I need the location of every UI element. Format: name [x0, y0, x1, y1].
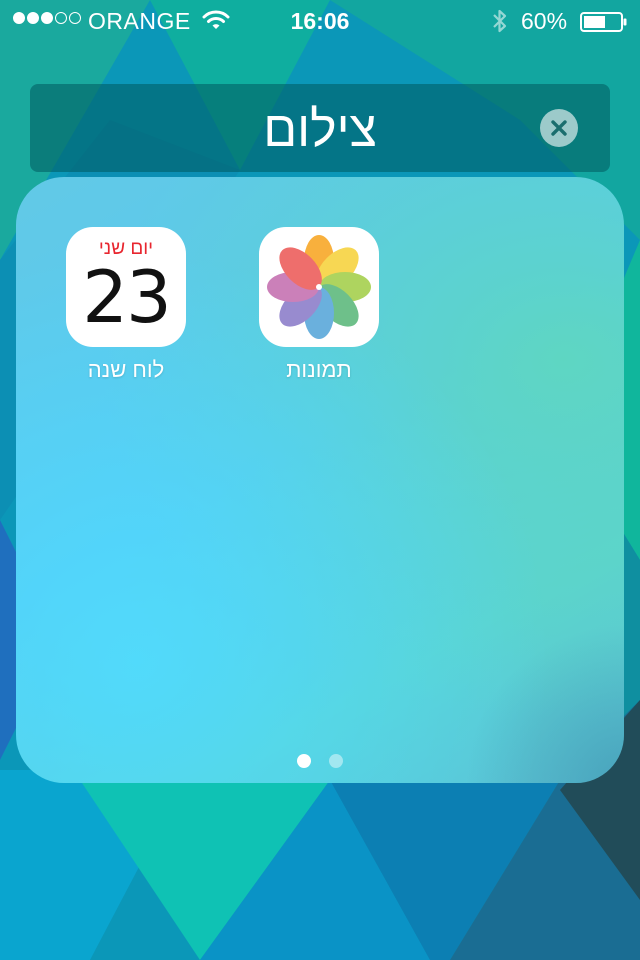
folder-panel: יום שני 23 לוח שנה תמונות	[16, 177, 624, 783]
folder-name-field[interactable]: צילום	[30, 84, 610, 172]
app-calendar[interactable]: יום שני 23 לוח שנה	[51, 227, 201, 383]
clear-text-button[interactable]	[540, 109, 578, 147]
calendar-date: 23	[82, 255, 172, 339]
page-indicator[interactable]	[16, 754, 624, 768]
app-label-calendar: לוח שנה	[87, 357, 165, 382]
page-dot[interactable]	[329, 754, 343, 768]
app-label-photos: תמונות	[286, 357, 352, 382]
app-photos[interactable]: תמונות	[244, 227, 394, 383]
calendar-icon[interactable]: יום שני 23	[66, 227, 186, 347]
photos-icon[interactable]	[259, 227, 379, 347]
folder-title[interactable]: צילום	[30, 100, 610, 158]
battery-icon	[580, 11, 628, 38]
close-icon	[551, 120, 567, 136]
status-bar: ORANGE 16:06 60%	[0, 0, 640, 40]
bluetooth-icon	[490, 8, 510, 40]
photos-flower-icon	[267, 235, 371, 339]
page-dot[interactable]	[297, 754, 311, 768]
battery-percent: 60%	[521, 8, 568, 34]
